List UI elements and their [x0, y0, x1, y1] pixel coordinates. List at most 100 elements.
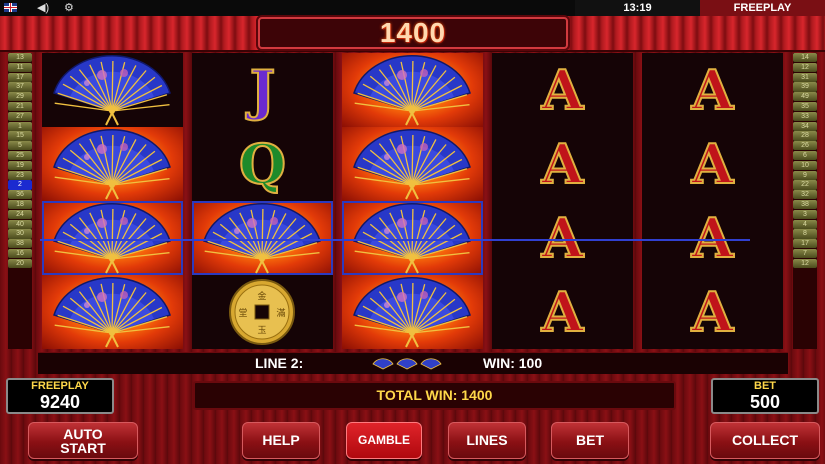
- line-number: 12: [793, 258, 817, 269]
- symbol-letter: J: [249, 57, 277, 123]
- line-number: 4: [793, 219, 817, 229]
- symbol-letter: A: [691, 57, 735, 123]
- line-indicators-right: 14 12 31 39 49 35 33 34 28 26 6 10 9 22 32 38 3 4 8 17 7 12: [793, 53, 817, 349]
- symbol-letter: A: [541, 131, 585, 197]
- symbol-letter: A: [691, 205, 735, 271]
- line-number: 11: [8, 62, 32, 73]
- svg-text:金: 金: [257, 290, 266, 302]
- line-number: 8: [793, 229, 817, 239]
- balance-box: FREEPLAY 9240: [6, 378, 114, 414]
- line-number: 6: [793, 150, 817, 161]
- line-number: 28: [793, 131, 817, 141]
- bet-button[interactable]: BET: [551, 422, 629, 459]
- bet-box: BET 500: [711, 378, 819, 414]
- fan-symbol: [342, 275, 483, 349]
- total-win-value: 1400: [379, 17, 447, 48]
- line-number: 20: [8, 258, 32, 269]
- a-symbol: A: [642, 201, 783, 275]
- fan-symbol: [42, 201, 183, 275]
- line-number: 25: [8, 150, 32, 161]
- line-number: 13: [8, 53, 32, 63]
- line-number: 39: [793, 82, 817, 92]
- auto-start-label-1: AUTO: [63, 426, 103, 442]
- line-number: 38: [8, 239, 32, 249]
- line-number: 34: [793, 121, 817, 131]
- line-info: LINE 2:: [255, 355, 304, 371]
- fan-symbol: [342, 53, 483, 127]
- reel-4: AAAA: [492, 53, 633, 349]
- line-number: 1: [8, 121, 32, 131]
- line-number: 29: [8, 92, 32, 102]
- line-number: 36: [8, 190, 32, 200]
- line-number: 23: [8, 170, 32, 180]
- reel-5: AAAA: [642, 53, 783, 349]
- line-number: 37: [8, 82, 32, 92]
- line-number: 32: [793, 190, 817, 200]
- fan-symbol: [42, 275, 183, 349]
- mini-fan-icon: [372, 357, 394, 370]
- symbol-letter: Q: [238, 131, 287, 197]
- symbol-letter: A: [541, 57, 585, 123]
- symbol-letter: A: [691, 279, 735, 345]
- line-number: 17: [8, 72, 32, 82]
- line-number: 31: [793, 72, 817, 82]
- line-number: 15: [8, 131, 32, 141]
- gamble-button[interactable]: GAMBLE: [346, 422, 422, 459]
- reel-1: [42, 53, 183, 349]
- lines-button[interactable]: LINES: [448, 422, 526, 459]
- line-number: 9: [793, 170, 817, 180]
- symbol-letter: A: [541, 205, 585, 271]
- line-number: 49: [793, 92, 817, 102]
- volume-icon[interactable]: ◀): [37, 2, 49, 14]
- collect-button[interactable]: COLLECT: [710, 422, 820, 459]
- a-symbol: A: [492, 275, 633, 349]
- line-number: 35: [793, 101, 817, 112]
- reel-3: [342, 53, 483, 349]
- line-number: 19: [8, 160, 32, 171]
- a-symbol: A: [642, 127, 783, 201]
- total-win-display: 1400: [258, 17, 568, 49]
- svg-text:堂: 堂: [238, 307, 247, 319]
- line-number: 21: [8, 101, 32, 112]
- line-number: 3: [793, 209, 817, 220]
- line-number: 14: [793, 53, 817, 63]
- clock: 13:19: [575, 0, 700, 16]
- svg-text:玉: 玉: [257, 325, 266, 336]
- mini-fan-icon: [396, 357, 418, 370]
- fan-symbol: [42, 53, 183, 127]
- a-symbol: A: [492, 127, 633, 201]
- line-number: 17: [793, 239, 817, 249]
- a-symbol: A: [642, 275, 783, 349]
- fan-symbol: [342, 127, 483, 201]
- settings-icon[interactable]: ⚙: [64, 2, 74, 14]
- auto-start-button[interactable]: AUTO START: [28, 422, 138, 459]
- fan-symbol: [42, 127, 183, 201]
- reel-2: JQ 金 玉 堂 滿: [192, 53, 333, 349]
- line-number: 5: [8, 141, 32, 151]
- winning-payline: [40, 239, 750, 241]
- auto-start-label-2: START: [60, 440, 106, 456]
- line-number: 27: [8, 111, 32, 122]
- a-symbol: A: [642, 53, 783, 127]
- j-symbol: J: [192, 53, 333, 127]
- line-number: 16: [8, 248, 32, 259]
- uk-flag-icon[interactable]: [4, 3, 17, 12]
- total-win-bar: TOTAL WIN: 1400: [193, 381, 676, 410]
- line-number: 7: [793, 248, 817, 259]
- q-symbol: Q: [192, 127, 333, 201]
- line-indicators-left: 13 11 17 37 29 21 27 1 15 5 25 19 23 2 36 18 24 40 30 38 16 2…: [8, 53, 32, 349]
- mode-label: FREEPLAY: [700, 0, 825, 16]
- line-number: 10: [793, 160, 817, 171]
- line-number: 22: [793, 180, 817, 190]
- line-number: 12: [793, 62, 817, 73]
- line-number: 30: [8, 229, 32, 239]
- bet-value: 500: [749, 392, 781, 412]
- line-number: 18: [8, 199, 32, 210]
- fan-symbol: [192, 201, 333, 275]
- help-button[interactable]: HELP: [242, 422, 320, 459]
- coin-symbol: 金 玉 堂 滿: [192, 275, 333, 349]
- a-symbol: A: [492, 201, 633, 275]
- symbol-letter: A: [541, 279, 585, 345]
- line-number: 24: [8, 209, 32, 220]
- line-win: WIN: 100: [483, 355, 543, 371]
